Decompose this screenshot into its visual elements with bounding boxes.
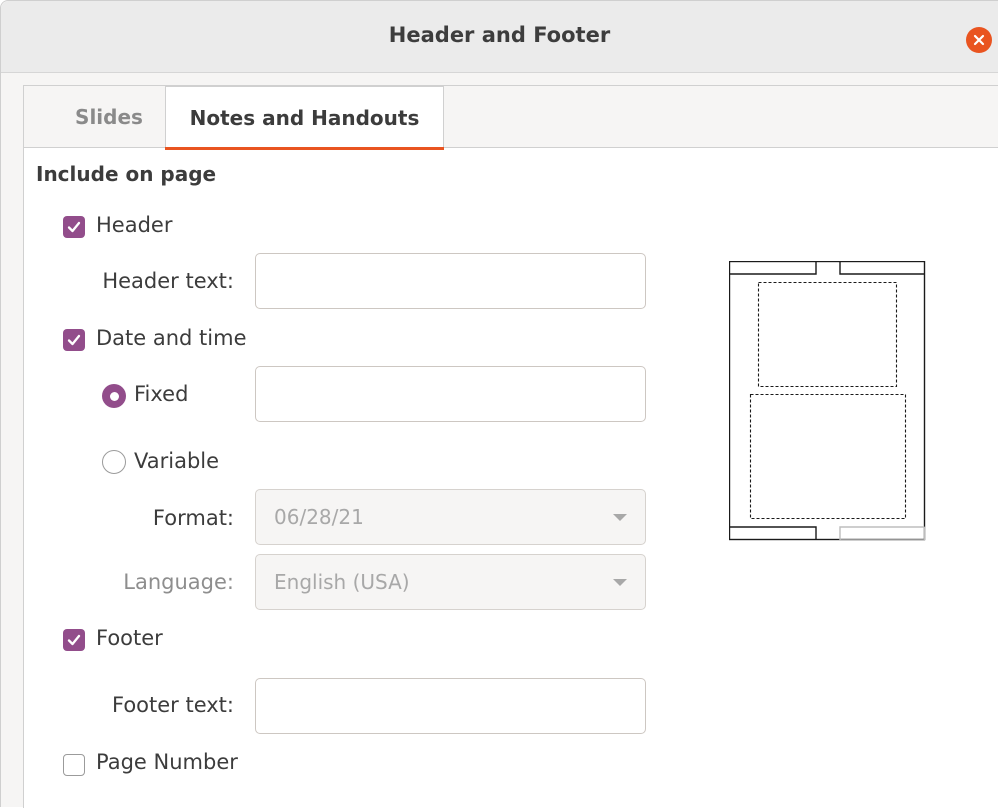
header-footer-dialog: Header and Footer Slides Notes and Hando… [0, 0, 998, 808]
date-time-checkbox-label[interactable]: Date and time [96, 326, 247, 350]
section-title: Include on page [36, 162, 217, 186]
radio-selected-dot [109, 391, 119, 401]
close-button[interactable] [966, 27, 992, 53]
tab-panel: Include on page Header Header text: Date… [24, 148, 998, 809]
format-label: Format: [152, 506, 234, 530]
dialog-title: Header and Footer [388, 23, 611, 47]
tab-notes-and-handouts[interactable]: Notes and Handouts [165, 86, 444, 150]
tab-slides[interactable]: Slides [44, 86, 174, 147]
format-dropdown-value: 06/28/21 [274, 505, 364, 529]
format-dropdown[interactable]: 06/28/21 [255, 489, 646, 545]
date-time-checkbox[interactable] [63, 329, 85, 351]
checkmark-icon [67, 221, 81, 233]
page-number-checkbox-label[interactable]: Page Number [96, 750, 238, 774]
dialog-content: Slides Notes and Handouts Include on pag… [23, 85, 998, 808]
handout-layout-preview [729, 261, 926, 541]
footer-text-field[interactable] [255, 678, 646, 734]
checkmark-icon [67, 334, 81, 346]
header-text-field[interactable] [255, 253, 646, 309]
close-icon [973, 34, 985, 46]
header-text-label: Header text: [102, 269, 234, 293]
footer-checkbox-label[interactable]: Footer [96, 626, 163, 650]
checkmark-icon [67, 634, 81, 646]
header-checkbox[interactable] [63, 216, 85, 238]
language-dropdown[interactable]: English (USA) [255, 554, 646, 610]
chevron-down-icon [613, 513, 627, 521]
footer-checkbox[interactable] [63, 629, 85, 651]
header-checkbox-label[interactable]: Header [96, 213, 172, 237]
tab-bar: Slides Notes and Handouts [24, 86, 998, 150]
language-label: Language: [123, 570, 234, 594]
page-number-checkbox[interactable] [63, 754, 85, 776]
fixed-date-field[interactable] [255, 366, 646, 422]
language-dropdown-value: English (USA) [274, 570, 410, 594]
variable-radio[interactable] [102, 450, 126, 474]
chevron-down-icon [613, 578, 627, 586]
fixed-radio[interactable] [102, 384, 126, 408]
tab-notes-and-handouts-label: Notes and Handouts [189, 105, 420, 130]
fixed-radio-label[interactable]: Fixed [134, 382, 188, 406]
footer-text-label: Footer text: [111, 693, 234, 717]
variable-radio-label[interactable]: Variable [134, 449, 219, 473]
title-bar: Header and Footer [1, 1, 998, 73]
